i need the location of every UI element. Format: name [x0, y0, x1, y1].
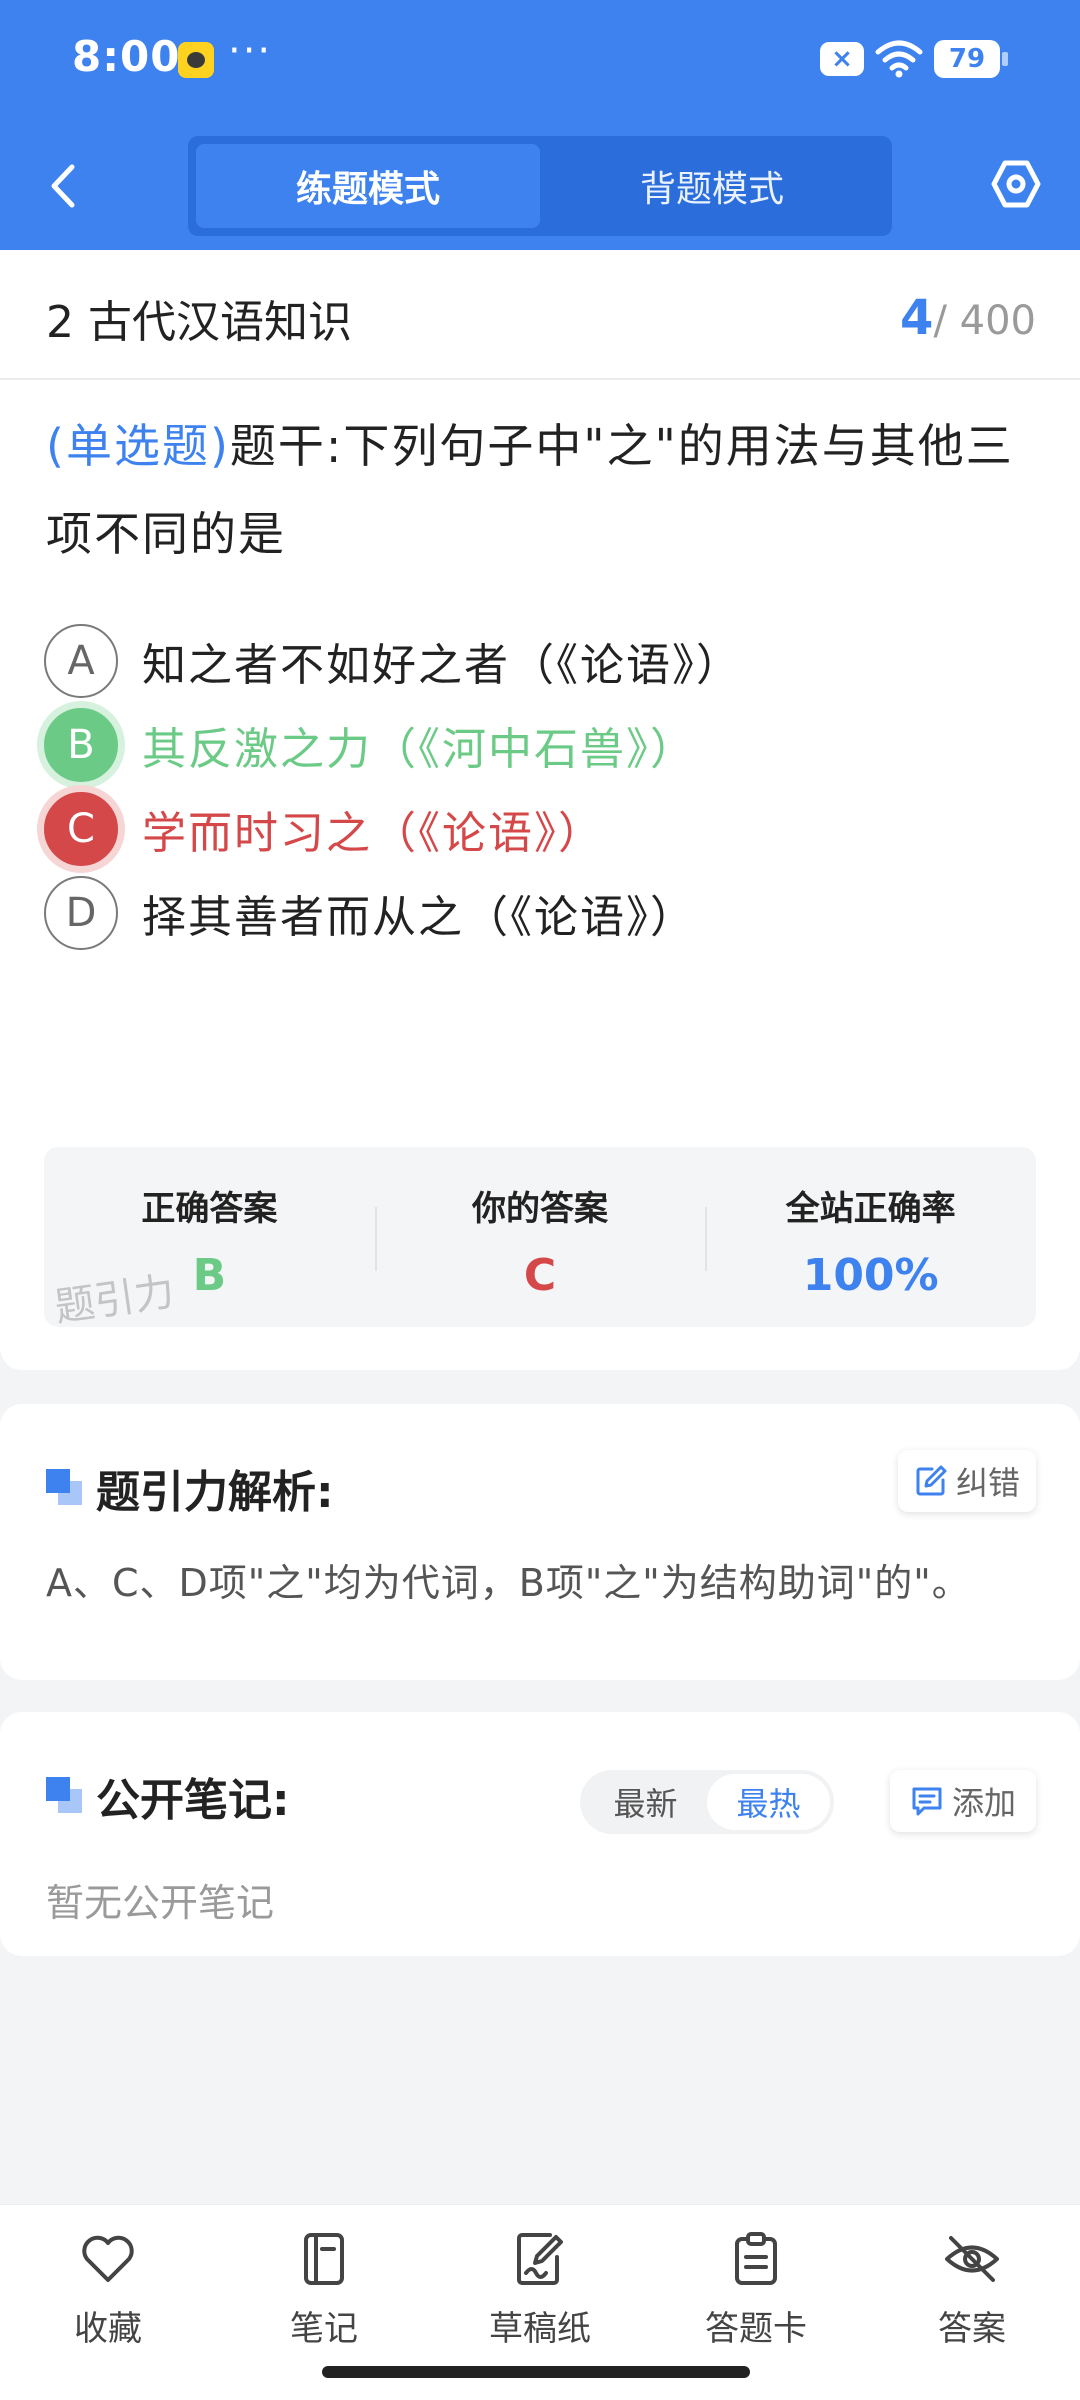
analysis-card: 题引力解析: 纠错 A、C、D项"之"均为代词，B项"之"为结构助词"的"。: [0, 1404, 1080, 1680]
draft-paper-icon: [510, 2229, 570, 2289]
battery-indicator: 79: [934, 40, 1008, 78]
total-questions: / 400: [933, 298, 1036, 344]
wifi-icon: [874, 38, 924, 78]
option-b[interactable]: B 其反激之力（《河中石兽》）: [44, 700, 1044, 790]
divider: [0, 378, 1080, 380]
correct-answer-label: 正确答案: [141, 1189, 278, 1229]
answer-summary: 正确答案 B 题引力 你的答案 C 全站正确率 100%: [44, 1147, 1036, 1331]
section-square-icon: [46, 1777, 84, 1815]
option-text: 其反激之力（《河中石兽》）: [142, 724, 696, 775]
heart-icon: [78, 2229, 138, 2289]
analysis-header: 题引力解析:: [46, 1456, 334, 1520]
report-error-button[interactable]: 纠错: [898, 1450, 1036, 1512]
option-text: 择其善者而从之（《论语》）: [142, 892, 696, 943]
draft-paper-label: 草稿纸: [489, 2309, 591, 2349]
mode-tabs: 练题模式 背题模式: [188, 136, 892, 236]
option-d[interactable]: D 择其善者而从之（《论语》）: [44, 868, 1044, 958]
favorite-label: 收藏: [74, 2309, 142, 2349]
sort-latest-tab[interactable]: 最新: [584, 1774, 707, 1830]
sort-hottest-tab[interactable]: 最热: [707, 1774, 830, 1830]
answer-sheet-label: 答题卡: [705, 2309, 807, 2349]
show-answer-button[interactable]: 答案: [864, 2205, 1080, 2400]
your-answer-column: 你的答案 C: [374, 1147, 706, 1327]
answer-sheet-icon: [726, 2229, 786, 2289]
more-notifications-icon: ···: [228, 28, 273, 74]
back-button[interactable]: [36, 150, 90, 222]
notes-sort-tabs: 最新 最热: [580, 1770, 834, 1834]
chevron-left-icon: [51, 164, 75, 208]
close-badge-icon: ×: [820, 42, 864, 76]
option-a[interactable]: A 知之者不如好之者（《论语》）: [44, 616, 1044, 706]
notes-header: 公开笔记:: [46, 1764, 290, 1828]
add-note-label: 添加: [951, 1784, 1016, 1822]
add-note-button[interactable]: 添加: [890, 1770, 1036, 1832]
notes-label: 笔记: [290, 2309, 358, 2349]
option-letter: A: [44, 624, 118, 698]
option-c[interactable]: C 学而时习之（《论语》）: [44, 784, 1044, 874]
analysis-title: 题引力解析:: [96, 1467, 334, 1518]
analysis-text: A、C、D项"之"均为代词，B项"之"为结构助词"的"。: [46, 1561, 971, 1605]
tab-memorize-mode[interactable]: 背题模式: [540, 144, 884, 228]
show-answer-label: 答案: [938, 2309, 1006, 2349]
section-title: 2 古代汉语知识: [46, 297, 352, 348]
question-type-tag: (单选题): [46, 419, 230, 473]
comment-icon: [912, 1787, 942, 1816]
home-indicator[interactable]: [322, 2366, 750, 2378]
your-answer-label: 你的答案: [472, 1189, 608, 1229]
option-letter: B: [44, 708, 118, 782]
settings-button[interactable]: [986, 150, 1046, 218]
option-letter: C: [44, 792, 118, 866]
eye-off-icon: [942, 2229, 1002, 2289]
correct-answer-column: 正确答案 B 题引力: [44, 1147, 375, 1331]
empty-notes-text: 暂无公开笔记: [46, 1881, 275, 1925]
your-answer-value: C: [523, 1250, 557, 1301]
question-progress[interactable]: 4/ 400: [900, 290, 1036, 346]
section-square-icon: [46, 1469, 84, 1507]
accuracy-value: 100%: [802, 1250, 939, 1301]
favorite-button[interactable]: 收藏: [0, 2205, 216, 2400]
tab-practice-mode[interactable]: 练题模式: [196, 144, 540, 228]
question-stem: (单选题)题干:下列句子中"之"的用法与其他三项不同的是: [46, 402, 1036, 578]
notebook-icon: [294, 2229, 354, 2289]
section-row: 2 古代汉语知识 4/ 400: [46, 286, 1036, 350]
edit-icon: [916, 1465, 947, 1496]
hexagon-settings-icon: [991, 160, 1041, 208]
public-notes-card: 公开笔记: 最新 最热 添加 暂无公开笔记: [0, 1712, 1080, 1956]
option-text: 学而时习之（《论语》）: [142, 808, 604, 859]
app-notification-icon: [178, 42, 214, 78]
status-time: 8:00: [72, 32, 181, 81]
option-letter: D: [44, 876, 118, 950]
notes-title: 公开笔记:: [96, 1775, 290, 1826]
report-error-label: 纠错: [955, 1464, 1020, 1502]
app-header: 8:00 ··· × 79 练题模式 背题模式: [0, 0, 1080, 250]
accuracy-column: 全站正确率 100%: [705, 1147, 1036, 1327]
current-question-number: 4: [900, 290, 934, 346]
option-text: 知之者不如好之者（《论语》）: [142, 640, 742, 691]
question-card: 2 古代汉语知识 4/ 400 (单选题)题干:下列句子中"之"的用法与其他三项…: [0, 250, 1080, 1370]
accuracy-label: 全站正确率: [785, 1189, 956, 1229]
